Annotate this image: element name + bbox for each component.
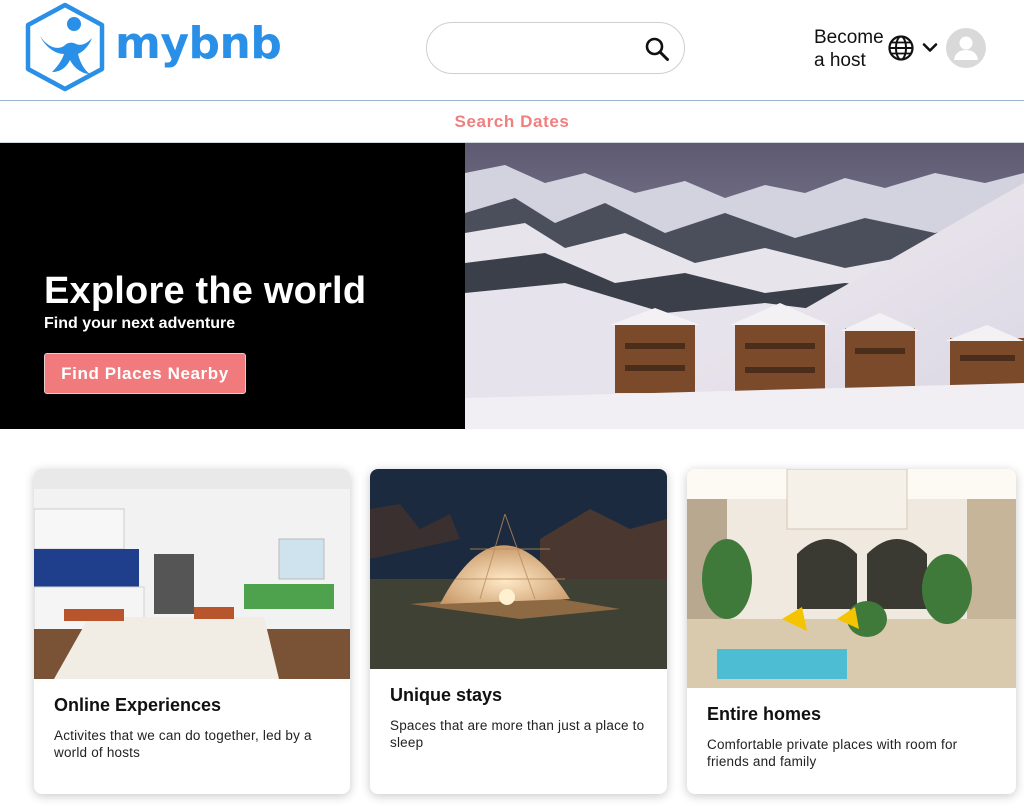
card-online-experiences[interactable]: Online Experiences Activites that we can… xyxy=(34,469,350,794)
become-host-link[interactable]: Become a host xyxy=(814,26,888,72)
top-header: mybnb Become a host xyxy=(0,0,1024,101)
search-dates-button[interactable]: Search Dates xyxy=(455,112,570,132)
brand-logo[interactable]: mybnb xyxy=(24,2,282,92)
search-icon[interactable] xyxy=(644,36,670,62)
card-description: Spaces that are more than just a place t… xyxy=(390,718,645,750)
brand-name: mybnb xyxy=(115,17,282,69)
chevron-down-icon[interactable] xyxy=(922,40,938,56)
card-title: Unique stays xyxy=(390,685,503,705)
hero-subtitle: Find your next adventure xyxy=(44,315,236,332)
person-hexagon-logo-icon xyxy=(25,2,105,92)
card-entire-homes[interactable]: Entire homes Comfortable private places … xyxy=(687,469,1016,794)
card-description: Activites that we can do together, led b… xyxy=(54,728,312,760)
card-unique-stays[interactable]: Unique stays Spaces that are more than j… xyxy=(370,469,667,794)
hero-banner: Explore the world Find your next adventu… xyxy=(0,143,1024,429)
search-input[interactable] xyxy=(426,22,685,74)
hero-mountain-chalet-image xyxy=(465,143,1024,429)
kitchen-interior-image xyxy=(34,469,350,679)
find-places-nearby-button[interactable]: Find Places Nearby xyxy=(44,353,246,394)
hero-title: Explore the world xyxy=(44,270,367,312)
card-title: Online Experiences xyxy=(54,695,222,715)
dome-tent-image xyxy=(370,469,667,669)
globe-icon[interactable] xyxy=(887,34,915,62)
card-description: Comfortable private places with room for… xyxy=(707,737,958,769)
search-dates-bar: Search Dates xyxy=(0,101,1024,143)
hero-text: Explore the world Find your next adventu… xyxy=(44,270,366,333)
courtyard-home-image xyxy=(687,469,1016,688)
card-title: Entire homes xyxy=(707,704,822,724)
user-avatar-icon[interactable] xyxy=(946,28,986,68)
